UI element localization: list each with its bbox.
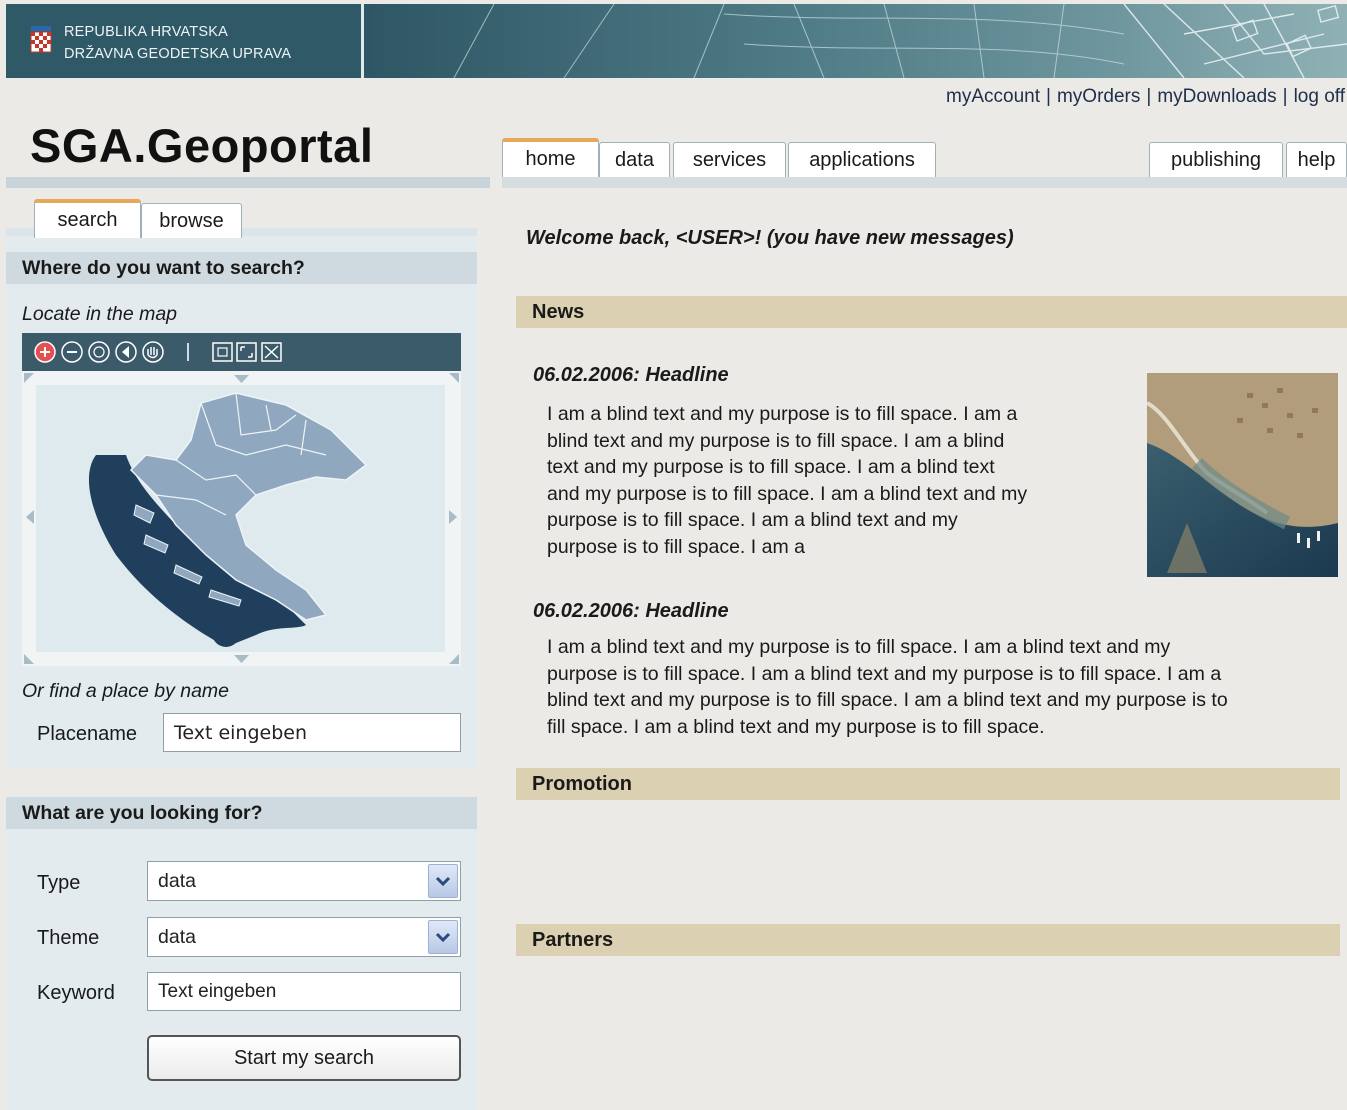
tab-applications[interactable]: applications <box>788 142 936 177</box>
news-line: and my purpose is to fill space. I am a … <box>547 482 1028 505</box>
site-title: SGA.Geoportal <box>30 119 374 172</box>
pan-southeast-arrow[interactable] <box>449 654 459 664</box>
pan-west-arrow[interactable] <box>26 510 34 524</box>
theme-select[interactable]: data <box>147 917 461 957</box>
cadastral-map-banner-image <box>364 4 1347 78</box>
type-select[interactable]: data <box>147 861 461 901</box>
tab-browse[interactable]: browse <box>141 203 242 238</box>
news-line: blind text and my purpose is to fill spa… <box>547 689 1228 711</box>
keyword-label: Keyword <box>37 982 115 1004</box>
news-line: text and my purpose is to fill space. I … <box>547 456 995 478</box>
pan-hand-icon[interactable] <box>142 341 164 363</box>
news-heading: News <box>516 296 1347 328</box>
pan-north-arrow[interactable] <box>234 375 249 383</box>
link-separator: | <box>1146 86 1152 107</box>
pan-northwest-arrow[interactable] <box>24 373 34 383</box>
my-orders-link[interactable]: myOrders <box>1057 86 1140 107</box>
zoom-region-icon[interactable] <box>88 341 110 363</box>
chevron-down-icon[interactable] <box>428 920 458 954</box>
back-icon[interactable] <box>115 341 137 363</box>
banner-line-2: DRŽAVNA GEODETSKA UPRAVA <box>64 46 292 62</box>
banner-line-1: REPUBLIKA HRVATSKA <box>64 24 228 40</box>
log-off-link[interactable]: log off <box>1294 86 1345 107</box>
news-headline-2[interactable]: 06.02.2006: Headline <box>533 600 729 623</box>
pan-east-arrow[interactable] <box>449 510 457 524</box>
fit-window-icon[interactable] <box>236 342 257 362</box>
news-line: I am a blind text and my purpose is to f… <box>547 403 1018 425</box>
news-line: purpose is to fill space. I am a <box>547 535 805 558</box>
find-place-label: Or find a place by name <box>22 680 230 702</box>
full-extent-icon[interactable] <box>212 342 233 362</box>
chevron-down-icon[interactable] <box>428 864 458 898</box>
news-line: purpose is to fill space. I am a blind t… <box>547 509 958 531</box>
welcome-message: Welcome back, <USER>! (you have new mess… <box>526 227 1014 249</box>
tab-data[interactable]: data <box>599 142 670 177</box>
pan-northeast-arrow[interactable] <box>449 373 459 383</box>
main-tabs-rule <box>502 177 1347 188</box>
news-line: fill space. I am a blind text and my pur… <box>547 715 1045 738</box>
placename-label: Placename <box>37 723 138 745</box>
link-separator: | <box>1282 86 1288 107</box>
partners-heading: Partners <box>516 924 1340 956</box>
my-account-link[interactable]: myAccount <box>946 86 1040 107</box>
placename-input[interactable]: Text eingeben <box>163 713 461 752</box>
theme-label: Theme <box>37 927 100 949</box>
where-heading: Where do you want to search? <box>6 252 477 284</box>
tab-search[interactable]: search <box>34 199 141 238</box>
what-heading: What are you looking for? <box>6 797 477 829</box>
title-underline <box>6 177 490 188</box>
news-line: purpose is to fill space. I am a blind t… <box>547 662 1222 685</box>
link-separator: | <box>1046 86 1051 107</box>
tab-services[interactable]: services <box>673 142 786 177</box>
news-line: blind text and my purpose is to fill spa… <box>547 429 1005 452</box>
news-headline-1[interactable]: 06.02.2006: Headline <box>533 364 729 387</box>
keyword-input[interactable]: Text eingeben <box>147 972 461 1011</box>
type-label: Type <box>37 872 81 894</box>
start-search-button[interactable]: Start my search <box>147 1035 461 1081</box>
toolbar-separator <box>187 343 189 361</box>
promotion-heading: Promotion <box>516 768 1340 800</box>
zoom-out-icon[interactable] <box>61 341 83 363</box>
map-toolbar <box>22 333 461 371</box>
pan-southwest-arrow[interactable] <box>24 654 34 664</box>
my-downloads-link[interactable]: myDownloads <box>1157 86 1276 107</box>
news-line: I am a blind text and my purpose is to f… <box>547 636 1171 658</box>
pan-south-arrow[interactable] <box>234 655 249 663</box>
header-banner: REPUBLIKA HRVATSKA DRŽAVNA GEODETSKA UPR… <box>6 4 1347 78</box>
tab-publishing[interactable]: publishing <box>1149 142 1283 177</box>
clear-icon[interactable] <box>261 342 282 362</box>
tab-home[interactable]: home <box>502 138 599 177</box>
type-select-value: data <box>158 869 196 892</box>
account-links: myAccount | myOrders | myDownloads | log off <box>946 86 1345 108</box>
news-body-2: I am a blind text and my purpose is to f… <box>547 634 1228 740</box>
zoom-in-icon[interactable] <box>34 341 56 363</box>
locate-map-label: Locate in the map <box>22 303 178 325</box>
news-body-1: I am a blind text and my purpose is to f… <box>547 401 1027 560</box>
panel-gap <box>6 768 477 796</box>
tab-help[interactable]: help <box>1286 142 1347 177</box>
map-pan-controls <box>24 373 459 664</box>
news-aerial-photo[interactable] <box>1147 373 1338 577</box>
theme-select-value: data <box>158 925 196 948</box>
croatian-coat-of-arms-icon <box>30 26 52 53</box>
ministry-logo: REPUBLIKA HRVATSKA DRŽAVNA GEODETSKA UPR… <box>6 4 361 78</box>
